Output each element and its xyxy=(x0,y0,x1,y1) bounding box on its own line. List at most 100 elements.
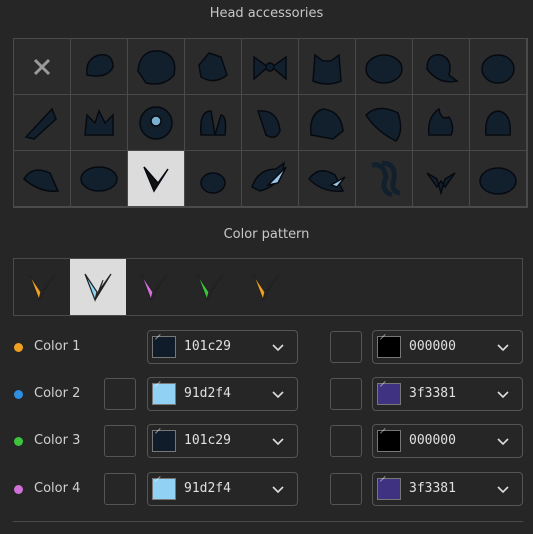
color-2-right-checkbox[interactable] xyxy=(330,378,362,410)
color-3-secondary-dropdown[interactable]: 000000 xyxy=(372,424,523,458)
head-item-bunny-ears[interactable] xyxy=(185,95,242,151)
top-hat-icon xyxy=(198,51,228,81)
wings-icon xyxy=(426,171,456,196)
pattern-option-5[interactable] xyxy=(238,259,294,315)
color-2-label: Color 2 xyxy=(34,386,81,401)
head-item-feather[interactable] xyxy=(128,151,185,207)
head-item-knit-cap[interactable] xyxy=(71,39,128,95)
color-1-secondary-dropdown[interactable]: 000000 xyxy=(372,330,523,364)
chevron-down-icon xyxy=(272,344,284,352)
head-item-cat-hood[interactable] xyxy=(299,39,356,95)
hair-bun-icon xyxy=(80,165,118,192)
color-1-dot xyxy=(14,343,23,352)
pebble-icon xyxy=(200,171,226,194)
head-item-pebble[interactable] xyxy=(185,151,242,207)
crown-icon xyxy=(84,108,114,136)
color-pattern-row xyxy=(13,258,523,316)
chevron-down-icon xyxy=(272,486,284,494)
chevron-down-icon xyxy=(272,438,284,446)
round-cap-icon xyxy=(365,53,403,84)
color-3-primary-dropdown[interactable]: 101c29 xyxy=(147,424,298,458)
hex-value: 3f3381 xyxy=(409,386,456,401)
head-item-wings[interactable] xyxy=(413,151,470,207)
chevron-down-icon xyxy=(497,486,509,494)
chevron-down-icon xyxy=(497,391,509,399)
big-hair-icon xyxy=(365,107,402,142)
color-3-right-checkbox[interactable] xyxy=(330,425,362,457)
pattern-3-icon xyxy=(140,273,168,302)
color-4-label: Color 4 xyxy=(34,481,81,496)
color-1-primary-dropdown[interactable]: 101c29 xyxy=(147,330,298,364)
head-item-beret[interactable] xyxy=(128,39,185,95)
head-item-curly-hair[interactable] xyxy=(356,151,413,207)
helmet-icon xyxy=(485,109,511,136)
hex-value: 000000 xyxy=(409,433,456,448)
fedora-feather-icon xyxy=(308,169,346,192)
divider xyxy=(13,521,523,522)
color-swatch xyxy=(377,478,401,500)
hex-value: 91d2f4 xyxy=(184,386,231,401)
bandana-icon xyxy=(23,168,60,192)
head-item-bow[interactable] xyxy=(242,39,299,95)
head-item-blue-plume[interactable] xyxy=(242,151,299,207)
cat-hood-icon xyxy=(312,53,342,85)
color-swatch xyxy=(152,478,176,500)
head-item-helmet[interactable] xyxy=(470,95,527,151)
color-row-4: Color 4 91d2f4 3f3381 xyxy=(0,472,533,506)
color-pattern-title: Color pattern xyxy=(223,227,310,242)
color-4-primary-dropdown[interactable]: 91d2f4 xyxy=(147,472,298,506)
head-item-long-ears[interactable] xyxy=(242,95,299,151)
color-2-dot xyxy=(14,390,23,399)
long-ears-icon xyxy=(256,109,281,138)
color-4-right-checkbox[interactable] xyxy=(330,473,362,505)
head-item-top-hat[interactable] xyxy=(185,39,242,95)
head-item-beanie[interactable] xyxy=(470,151,527,207)
color-2-left-checkbox[interactable] xyxy=(104,378,136,410)
pattern-option-3[interactable] xyxy=(126,259,182,315)
goggles-icon xyxy=(139,105,173,140)
hex-value: 3f3381 xyxy=(409,481,456,496)
color-row-2: Color 2 91d2f4 3f3381 xyxy=(0,377,533,411)
head-item-crown[interactable] xyxy=(71,95,128,151)
chevron-down-icon xyxy=(497,438,509,446)
pattern-option-4[interactable] xyxy=(182,259,238,315)
close-icon xyxy=(33,58,51,75)
color-2-primary-dropdown[interactable]: 91d2f4 xyxy=(147,377,298,411)
color-row-3: Color 3 101c29 000000 xyxy=(0,424,533,458)
pattern-1-icon xyxy=(28,273,56,302)
color-4-secondary-dropdown[interactable]: 3f3381 xyxy=(372,472,523,506)
head-item-hair-bun[interactable] xyxy=(71,151,128,207)
color-3-left-checkbox[interactable] xyxy=(104,425,136,457)
head-item-round-cap[interactable] xyxy=(356,39,413,95)
color-swatch xyxy=(152,430,176,452)
head-item-witch-hat[interactable] xyxy=(14,95,71,151)
head-item-ponytail[interactable] xyxy=(299,95,356,151)
pattern-option-2[interactable] xyxy=(70,259,126,315)
pattern-4-icon xyxy=(196,273,224,302)
head-item-flame[interactable] xyxy=(413,95,470,151)
feather-icon xyxy=(143,166,169,193)
pattern-5-icon xyxy=(252,273,280,302)
beanie-icon xyxy=(479,166,517,195)
head-item-onion-hat[interactable] xyxy=(470,39,527,95)
head-item-none[interactable] xyxy=(14,39,71,95)
onion-hat-icon xyxy=(481,53,515,84)
head-item-balloon-hat[interactable] xyxy=(413,39,470,95)
head-item-bandana[interactable] xyxy=(14,151,71,207)
head-item-goggles[interactable] xyxy=(128,95,185,151)
pattern-2-icon xyxy=(84,273,112,302)
flame-icon xyxy=(427,107,454,136)
head-item-fedora-feather[interactable] xyxy=(299,151,356,207)
color-3-dot xyxy=(14,437,23,446)
color-4-left-checkbox[interactable] xyxy=(104,473,136,505)
ponytail-icon xyxy=(310,107,344,140)
head-item-big-hair[interactable] xyxy=(356,95,413,151)
color-3-label: Color 3 xyxy=(34,433,81,448)
beret-icon xyxy=(137,49,176,85)
color-2-secondary-dropdown[interactable]: 3f3381 xyxy=(372,377,523,411)
pattern-option-1[interactable] xyxy=(14,259,70,315)
color-4-dot xyxy=(14,485,23,494)
head-accessories-title: Head accessories xyxy=(209,6,324,21)
color-swatch xyxy=(377,336,401,358)
color-1-right-checkbox[interactable] xyxy=(330,331,362,363)
